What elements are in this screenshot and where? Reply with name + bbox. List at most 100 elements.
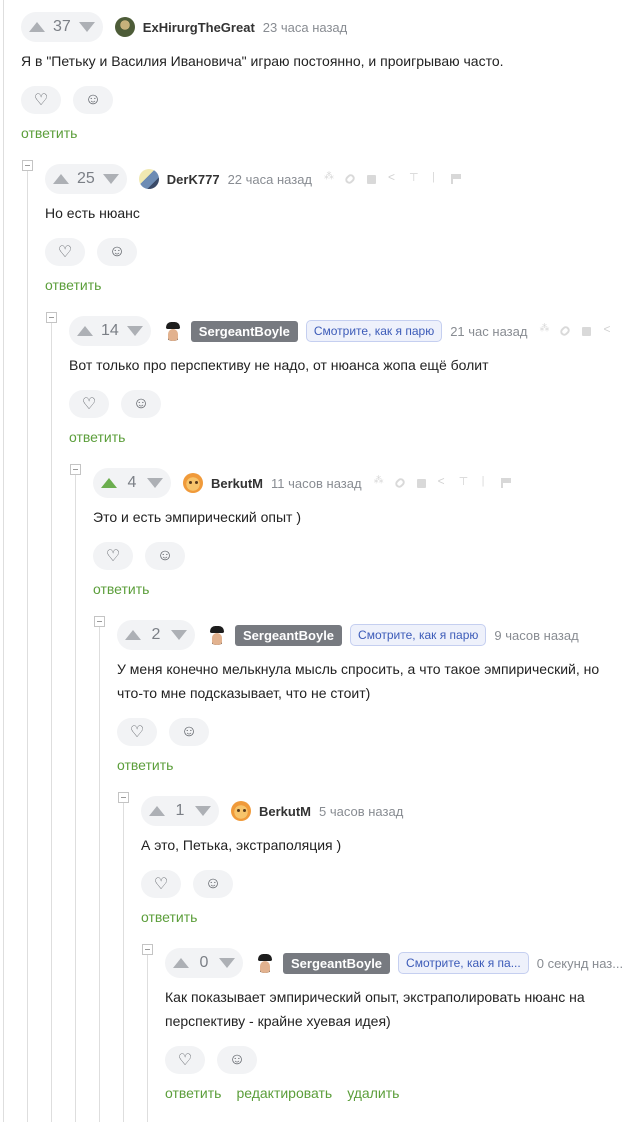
comment-actions [539,322,624,338]
flag-icon[interactable] [451,174,462,184]
arrow-up-icon[interactable] [173,958,189,968]
smiley-plus-icon[interactable]: ☺ [169,718,209,746]
timestamp[interactable]: 23 часа назад [263,20,347,35]
avatar[interactable] [255,953,275,973]
share-icon[interactable] [603,322,612,336]
heart-icon[interactable]: ♡ [141,870,181,898]
smiley-plus-icon[interactable]: ☺ [121,390,161,418]
collapse-toggle[interactable] [22,160,33,171]
user-note[interactable]: Смотрите, как я па... [398,952,529,974]
user-note[interactable]: Смотрите, как я парю [305,320,443,342]
smiley-plus-icon[interactable]: ☺ [145,542,185,570]
heart-icon[interactable]: ♡ [117,718,157,746]
author-name[interactable]: SergeantBoyle [235,624,343,646]
avatar[interactable] [114,17,135,37]
score: 4 [127,474,137,491]
timestamp[interactable]: 5 часов назад [319,804,403,819]
save-icon[interactable] [582,326,592,336]
author-name[interactable]: SergeantBoyle [283,952,391,974]
author-name[interactable]: BerkutM [259,804,311,819]
score: 1 [175,802,185,819]
go-to-parent-icon[interactable] [459,475,469,488]
arrow-down-icon[interactable] [102,174,119,184]
edit-link[interactable]: редактировать [236,1085,332,1101]
link-icon[interactable] [393,476,406,490]
arrow-up-icon[interactable] [53,174,69,184]
reply-link[interactable]: ответить [21,125,77,141]
score: 14 [101,322,119,339]
avatar[interactable] [207,625,227,645]
arrow-down-icon[interactable] [147,478,163,488]
avatar[interactable] [162,321,183,341]
author-name[interactable]: BerkutM [211,476,263,491]
timestamp[interactable]: 21 час назад [450,324,527,339]
timestamp[interactable]: 22 часа назад [228,172,312,187]
smiley-plus-icon[interactable]: ☺ [193,870,233,898]
reply-link[interactable]: ответить [141,909,197,925]
delete-link[interactable]: удалить [347,1085,399,1101]
go-to-parent-icon[interactable] [409,171,419,184]
link-icon[interactable] [559,324,572,338]
reply-link[interactable]: ответить [117,757,173,773]
share-icon[interactable] [388,170,397,184]
reply-link[interactable]: ответить [45,277,101,293]
author-name[interactable]: ExHirurgTheGreat [143,20,255,35]
reply-link[interactable]: ответить [165,1085,221,1101]
comment-links: ответить [45,277,116,293]
save-icon[interactable] [367,174,377,184]
reply-link[interactable]: ответить [93,581,149,597]
link-icon[interactable] [343,172,357,186]
reaction-buttons: ♡ ☺ [165,1046,269,1074]
arrow-up-icon[interactable] [149,806,165,816]
comment-header: 1 BerkutM 5 часов назад [141,796,415,826]
avatar[interactable] [231,801,251,821]
arrow-up-icon[interactable] [125,630,141,640]
author-name[interactable]: DerK777 [167,172,220,187]
collapse-toggle[interactable] [142,944,153,955]
avatar[interactable] [138,169,159,189]
score: 25 [77,170,95,187]
arrow-up-icon[interactable] [101,478,117,488]
user-note[interactable]: Смотрите, как я парю [350,624,487,646]
share-icon[interactable] [438,474,447,488]
arrow-down-icon[interactable] [219,958,235,968]
arrow-down-icon[interactable] [126,326,143,336]
arrow-down-icon[interactable] [78,22,95,32]
timestamp[interactable]: 11 часов назад [271,476,362,491]
people-icon[interactable] [539,323,549,336]
people-icon[interactable] [324,171,334,184]
rating: 14 [69,316,151,346]
collapse-toggle[interactable] [94,616,105,627]
heart-icon[interactable]: ♡ [165,1046,205,1074]
heart-icon[interactable]: ♡ [21,86,61,114]
heart-icon[interactable]: ♡ [93,542,133,570]
thread-line [51,318,52,1122]
smiley-plus-icon[interactable]: ☺ [217,1046,257,1074]
reply-link[interactable]: ответить [69,429,125,445]
arrow-up-icon[interactable] [77,326,93,336]
comment-header: 14 SergeantBoyle Смотрите, как я парю 21… [69,316,624,346]
comment-text-line: У меня конечно мелькнула мысль спросить,… [117,661,600,677]
comment-text: Вот только про перспективу не надо, от н… [69,357,489,373]
author-name[interactable]: SergeantBoyle [190,320,298,342]
flag-icon[interactable] [500,478,511,488]
score: 37 [53,18,71,35]
smiley-plus-icon[interactable]: ☺ [73,86,113,114]
collapse-toggle[interactable] [70,464,81,475]
collapse-toggle[interactable] [118,792,129,803]
arrow-up-icon[interactable] [29,22,45,32]
avatar[interactable] [183,473,203,493]
arrow-down-icon[interactable] [171,630,187,640]
collapse-toggle[interactable] [46,312,57,323]
timestamp[interactable]: 0 секунд наз... [537,956,623,971]
smiley-plus-icon[interactable]: ☺ [97,238,137,266]
heart-icon[interactable]: ♡ [69,390,109,418]
arrow-down-icon[interactable] [195,806,211,816]
timestamp[interactable]: 9 часов назад [494,628,578,643]
comment-text-line: Как показывает эмпирический опыт, экстра… [165,989,585,1005]
heart-icon[interactable]: ♡ [45,238,85,266]
comment-header: 2 SergeantBoyle Смотрите, как я парю 9 ч… [117,620,591,650]
people-icon[interactable] [374,475,384,488]
save-icon[interactable] [416,478,426,488]
comment-header: 0 SergeantBoyle Смотрите, как я па... 0 … [165,948,631,978]
